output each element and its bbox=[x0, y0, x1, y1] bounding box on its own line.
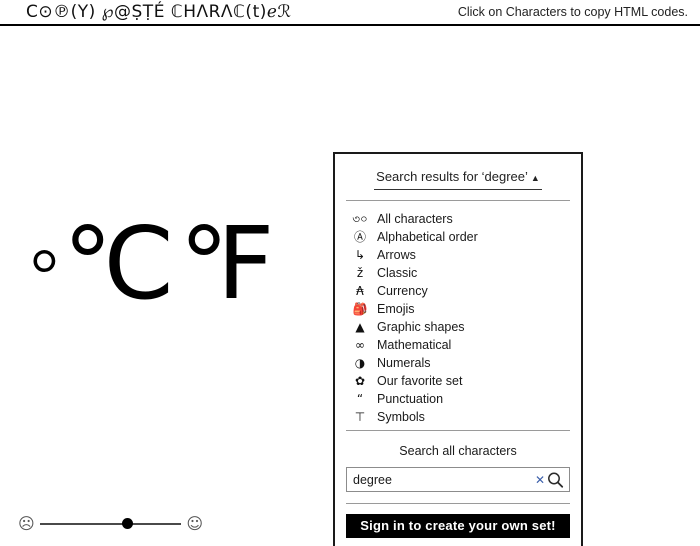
search-section-title: Search all characters bbox=[399, 444, 517, 458]
category-label: Symbols bbox=[377, 409, 425, 424]
clear-icon[interactable]: ✕ bbox=[535, 472, 545, 488]
category-item-alphabetical-order[interactable]: Ⓐ Alphabetical order bbox=[335, 228, 581, 246]
alphabetical-order-icon: Ⓐ bbox=[353, 229, 366, 244]
category-item-numerals[interactable]: ◑ Numerals bbox=[335, 354, 581, 372]
chevron-up-icon: ▲ bbox=[530, 172, 540, 183]
happy-face-icon: ☺ bbox=[186, 514, 203, 533]
sad-face-icon: ☹ bbox=[18, 514, 35, 533]
category-item-arrows[interactable]: ↳ Arrows bbox=[335, 246, 581, 264]
search-section: Search all characters ✕ Sign in to creat… bbox=[335, 430, 581, 538]
category-label: Graphic shapes bbox=[377, 319, 465, 334]
site-header: C⊙℗(Y) ℘@ṢṬÉ ℂHΛRΛℂ(t)ℯℛ Click on Charac… bbox=[0, 0, 700, 26]
panel-header-label: Search results for ‘degree’ bbox=[376, 169, 528, 184]
symbols-icon: ⊤ bbox=[354, 409, 366, 424]
flower-icon: ✿ bbox=[354, 373, 366, 388]
slider-knob[interactable] bbox=[122, 518, 133, 529]
category-label: All characters bbox=[377, 211, 453, 226]
search-results-panel: Search results for ‘degree’ ▲ ৩০ All char… bbox=[333, 152, 583, 546]
classic-icon: ž bbox=[356, 265, 364, 280]
category-label: Mathematical bbox=[377, 337, 452, 352]
search-box[interactable]: ✕ bbox=[346, 467, 570, 492]
site-logo[interactable]: C⊙℗(Y) ℘@ṢṬÉ ℂHΛRΛℂ(t)ℯℛ bbox=[26, 2, 292, 22]
character-degree-celsius[interactable]: ℃ bbox=[63, 200, 179, 330]
panel-header: Search results for ‘degree’ ▲ bbox=[335, 154, 581, 190]
category-item-punctuation[interactable]: “ Punctuation bbox=[335, 390, 581, 408]
character-degree-fahrenheit[interactable]: ℉ bbox=[179, 200, 278, 330]
slider-track[interactable] bbox=[40, 523, 181, 525]
category-item-our-favorite-set[interactable]: ✿ Our favorite set bbox=[335, 372, 581, 390]
quote-icon: “ bbox=[356, 391, 364, 406]
category-item-emojis[interactable]: 🎒 Emojis bbox=[335, 300, 581, 318]
feedback-slider[interactable]: ☹ ☺ bbox=[18, 512, 203, 536]
emoji-icon: 🎒 bbox=[352, 301, 368, 316]
currency-icon: ₳ bbox=[356, 283, 364, 298]
category-label: Arrows bbox=[377, 247, 416, 262]
category-item-classic[interactable]: ž Classic bbox=[335, 264, 581, 282]
category-item-mathematical[interactable]: ∞ Mathematical bbox=[335, 336, 581, 354]
category-item-symbols[interactable]: ⊤ Symbols bbox=[335, 408, 581, 426]
all-characters-icon: ৩০ bbox=[352, 211, 368, 226]
panel-header-toggle[interactable]: Search results for ‘degree’ ▲ bbox=[374, 168, 542, 190]
category-list: ৩০ All characters Ⓐ Alphabetical order ↳… bbox=[335, 201, 581, 426]
category-label: Emojis bbox=[377, 301, 415, 316]
search-icon[interactable] bbox=[547, 471, 564, 489]
header-tagline: Click on Characters to copy HTML codes. bbox=[457, 5, 688, 19]
arrow-icon: ↳ bbox=[354, 247, 366, 262]
category-label: Alphabetical order bbox=[377, 229, 478, 244]
character-display: °℃℉ bbox=[30, 200, 360, 330]
category-label: Our favorite set bbox=[377, 373, 463, 388]
category-label: Currency bbox=[377, 283, 428, 298]
bottom-divider bbox=[346, 503, 570, 504]
signin-button[interactable]: Sign in to create your own set! bbox=[346, 514, 570, 538]
character-degree-sign[interactable]: ° bbox=[30, 209, 63, 330]
category-item-currency[interactable]: ₳ Currency bbox=[335, 282, 581, 300]
category-label: Classic bbox=[377, 265, 418, 280]
infinity-icon: ∞ bbox=[355, 337, 365, 352]
category-label: Numerals bbox=[377, 355, 431, 370]
triangle-icon: ▲ bbox=[355, 319, 365, 334]
category-label: Punctuation bbox=[377, 391, 444, 406]
category-item-all-characters[interactable]: ৩০ All characters bbox=[335, 210, 581, 228]
category-item-graphic-shapes[interactable]: ▲ Graphic shapes bbox=[335, 318, 581, 336]
numerals-icon: ◑ bbox=[354, 355, 366, 370]
